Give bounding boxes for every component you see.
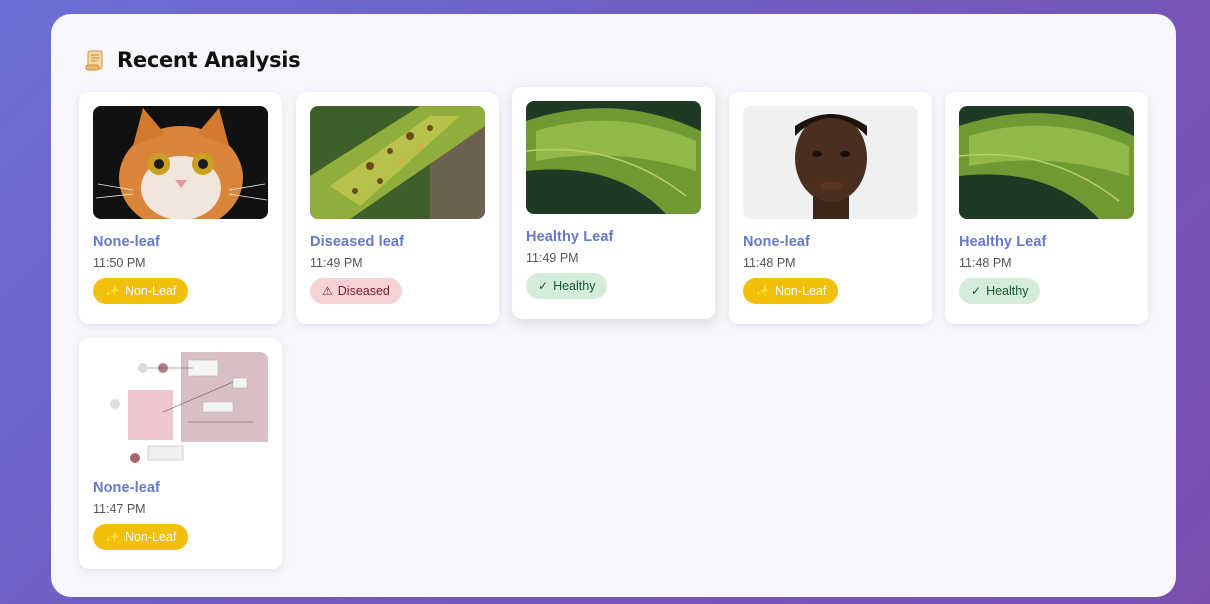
healthy-leaf-photo [526, 101, 701, 214]
analysis-card[interactable]: None-leaf 11:48 PM ✨ Non-Leaf [729, 92, 932, 324]
analysis-card[interactable]: None-leaf 11:50 PM ✨ Non-Leaf [79, 92, 282, 324]
card-title: None-leaf [93, 480, 160, 496]
badge-label: Non-Leaf [124, 284, 177, 298]
card-time: 11:47 PM [93, 502, 146, 516]
status-badge: ✓ Healthy [526, 273, 608, 299]
status-badge: ✨ Non-Leaf [743, 278, 839, 304]
status-badge: ⚠ Diseased [310, 278, 402, 304]
healthy-leaf-photo [959, 106, 1134, 219]
portrait-photo [743, 106, 918, 219]
card-time: 11:49 PM [526, 251, 579, 265]
card-time: 11:50 PM [93, 256, 146, 270]
card-time: 11:48 PM [959, 256, 1012, 270]
check-icon: ✓ [538, 279, 549, 293]
badge-label: Diseased [337, 284, 390, 298]
sparkle-icon: ✨ [105, 530, 120, 544]
card-title: Diseased leaf [310, 234, 404, 250]
analysis-card[interactable]: None-leaf 11:47 PM ✨ Non-Leaf [79, 338, 282, 569]
scroll-icon [85, 50, 103, 71]
analysis-card[interactable]: Diseased leaf 11:49 PM ⚠ Diseased [296, 92, 499, 324]
status-badge: ✨ Non-Leaf [93, 278, 189, 304]
card-title: None-leaf [743, 234, 810, 250]
sparkle-icon: ✨ [105, 284, 120, 298]
check-icon: ✓ [971, 284, 982, 298]
recent-analysis-panel: Recent Analysis None-leaf 11:50 PM ✨ Non… [51, 14, 1176, 597]
warning-icon: ⚠ [322, 284, 333, 298]
panel-header: Recent Analysis [83, 46, 301, 74]
analysis-card[interactable]: Healthy Leaf 11:49 PM ✓ Healthy [512, 87, 715, 319]
status-badge: ✨ Non-Leaf [93, 524, 189, 550]
card-time: 11:48 PM [743, 256, 796, 270]
badge-label: Non-Leaf [774, 284, 827, 298]
status-badge: ✓ Healthy [959, 278, 1041, 304]
badge-label: Healthy [986, 284, 1029, 298]
cat-photo [93, 106, 268, 219]
badge-label: Healthy [553, 279, 596, 293]
card-title: None-leaf [93, 234, 160, 250]
page-title: Recent Analysis [117, 48, 301, 72]
card-time: 11:49 PM [310, 256, 363, 270]
card-title: Healthy Leaf [959, 234, 1047, 250]
badge-label: Non-Leaf [124, 530, 177, 544]
sparkle-icon: ✨ [755, 284, 770, 298]
diagram-screenshot [93, 352, 268, 465]
analysis-card[interactable]: Healthy Leaf 11:48 PM ✓ Healthy [945, 92, 1148, 324]
diseased-leaf-photo [310, 106, 485, 219]
card-title: Healthy Leaf [526, 229, 614, 245]
